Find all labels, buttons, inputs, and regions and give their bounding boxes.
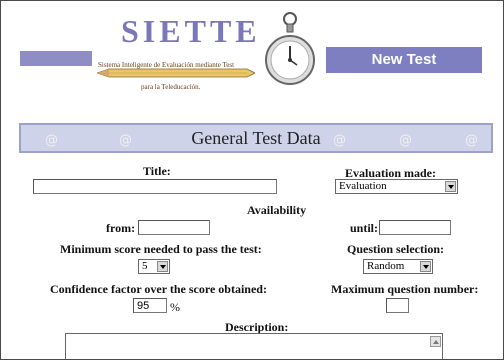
percent-unit: % xyxy=(170,300,180,314)
confidence-label: Confidence factor over the score obtaine… xyxy=(50,282,267,296)
min-score-value: 5 xyxy=(142,260,148,272)
logo-subtitle-line2: para la Teleducación. xyxy=(141,83,201,91)
chevron-down-icon[interactable] xyxy=(445,181,456,192)
question-selection-value: Random xyxy=(367,260,405,272)
min-score-select[interactable]: 5 xyxy=(138,259,170,274)
new-test-banner: New Test xyxy=(326,47,482,73)
max-question-input[interactable] xyxy=(386,298,409,313)
max-question-label: Maximum question number: xyxy=(331,282,479,296)
section-title: General Test Data xyxy=(191,128,321,148)
min-score-label: Minimum score needed to pass the test: xyxy=(60,242,262,256)
pencil-icon xyxy=(97,68,255,78)
title-label: Title: xyxy=(143,164,171,178)
until-date-input[interactable] xyxy=(379,220,451,235)
title-input[interactable] xyxy=(33,179,277,194)
section-header: @ @ @ @ @ General Test Data xyxy=(19,123,493,153)
chevron-down-icon[interactable] xyxy=(420,261,431,272)
description-textarea[interactable] xyxy=(65,333,443,359)
logo-title: SIETTE xyxy=(121,13,261,49)
question-selection-select[interactable]: Random xyxy=(363,259,433,274)
chevron-down-icon[interactable] xyxy=(157,261,168,272)
stopwatch-icon xyxy=(265,12,315,85)
from-date-input[interactable] xyxy=(138,220,210,235)
evaluation-mode-value: Evaluation xyxy=(339,180,387,192)
logo-subtitle-line1: Sistema Inteligente de Evaluación median… xyxy=(98,61,235,69)
confidence-input[interactable] xyxy=(133,298,167,313)
availability-label: Availability xyxy=(247,203,307,217)
header-left-bar xyxy=(20,51,92,66)
until-label: until: xyxy=(350,221,379,235)
evaluation-mode-select[interactable]: Evaluation xyxy=(335,179,458,194)
scroll-up-icon[interactable] xyxy=(430,336,441,347)
from-label: from: xyxy=(106,221,136,235)
page-frame: SIETTE Sistema Inteligente de Evaluación… xyxy=(0,0,504,360)
question-selection-label: Question selection: xyxy=(347,242,444,256)
